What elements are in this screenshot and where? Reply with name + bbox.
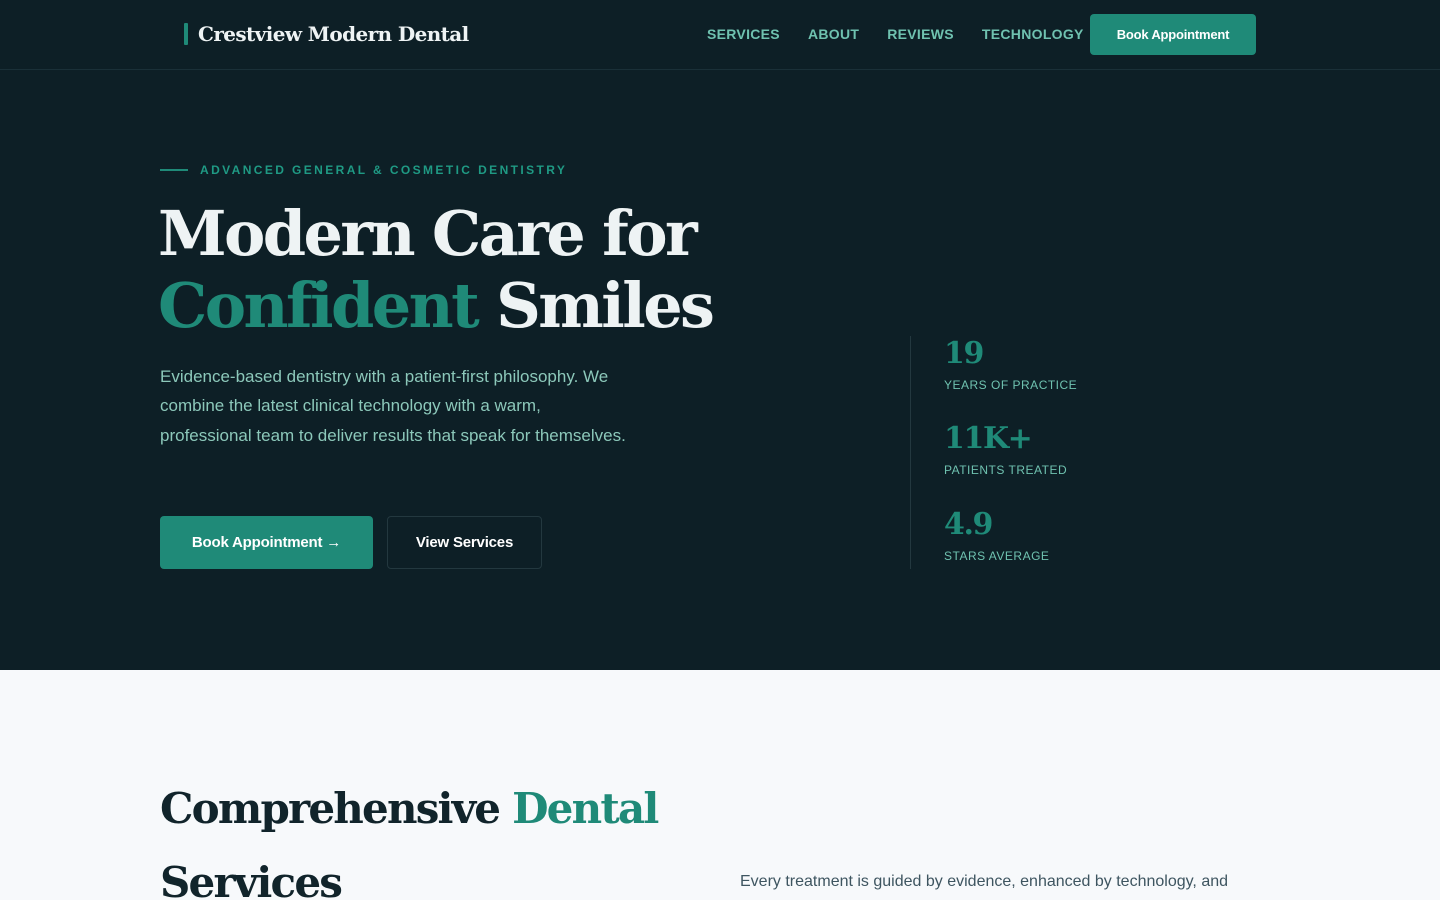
brand-accent-bar [184,23,188,45]
stat-label: YEARS OF PRACTICE [944,378,1078,392]
stat-value: 11K+ [944,421,1033,456]
stat-rating: 4.9 STARS AVERAGE [944,507,1049,563]
nav-link-about[interactable]: ABOUT [808,25,859,45]
headline-accent: Confident [158,269,480,342]
nav-link-services[interactable]: SERVICES [707,25,780,45]
eyebrow-line [160,169,188,171]
services-title-end: Services [160,858,343,900]
services-title-accent: Dental [512,784,659,833]
eyebrow-text: ADVANCED GENERAL & COSMETIC DENTISTRY [200,163,568,177]
brand-logo[interactable]: Crestview Modern Dental [184,20,469,48]
nav-link-technology[interactable]: TECHNOLOGY [982,25,1084,45]
stat-years: 19 YEARS OF PRACTICE [944,336,1077,392]
services-intro: Every treatment is guided by evidence, e… [740,873,1229,890]
stat-value: 19 [944,336,984,371]
headline-rest: Smiles [496,269,715,342]
stat-patients: 11K+ PATIENTS TREATED [944,421,1067,477]
top-navbar: Crestview Modern Dental SERVICES ABOUT R… [0,0,1440,70]
hero-stats: 19 YEARS OF PRACTICE 11K+ PATIENTS TREAT… [910,336,1210,569]
services-title: Comprehensive Dental Services [160,772,659,900]
stat-label: STARS AVERAGE [944,549,1050,563]
hero-lede: Evidence-based dentistry with a patient-… [160,367,626,445]
stat-label: PATIENTS TREATED [944,463,1068,477]
hero-view-services-button[interactable]: View Services [387,516,542,569]
services-title-start: Comprehensive [160,784,501,833]
nav-link-reviews[interactable]: REVIEWS [887,25,954,45]
nav-links: SERVICES ABOUT REVIEWS TECHNOLOGY [707,25,1112,45]
services-section: Comprehensive Dental Services Every trea… [0,670,1440,900]
headline-line-1: Modern Care for [158,197,698,270]
hero-eyebrow: ADVANCED GENERAL & COSMETIC DENTISTRY [160,163,567,177]
stat-value: 4.9 [944,507,993,542]
hero-book-appointment-button[interactable]: Book Appointment → [160,516,373,569]
hero-headline: Modern Care for Confident Smiles [158,197,715,342]
hero-section: ADVANCED GENERAL & COSMETIC DENTISTRY Mo… [0,70,1440,670]
nav-book-appointment-button[interactable]: Book Appointment [1090,14,1256,55]
brand-name: Crestview Modern Dental [198,22,469,46]
